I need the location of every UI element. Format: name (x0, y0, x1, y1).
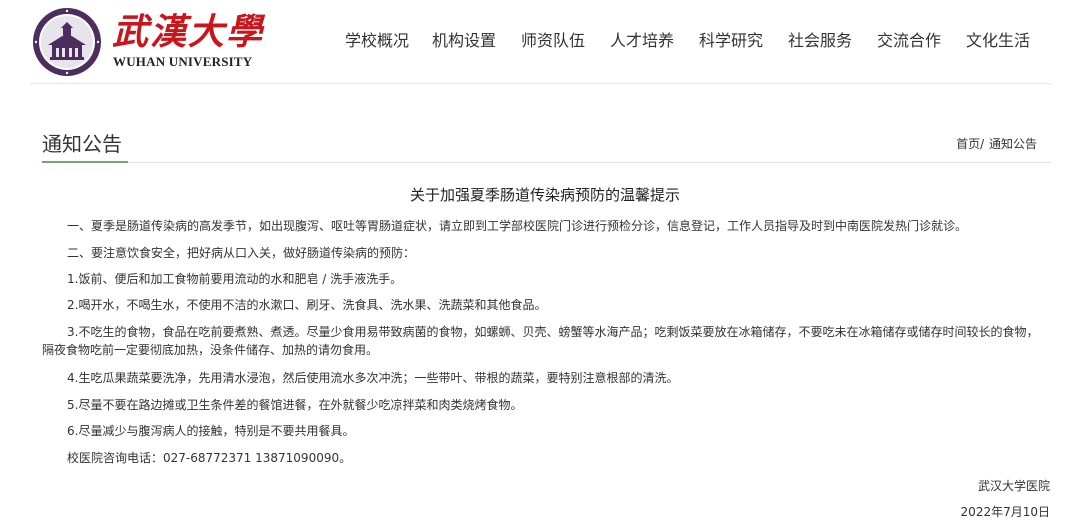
university-emblem-icon[interactable] (32, 7, 102, 77)
breadcrumb-current[interactable]: 通知公告 (989, 137, 1037, 151)
breadcrumb-separator: / (980, 137, 985, 151)
section-title-underline (42, 161, 128, 163)
nav-item-culture[interactable]: 文化生活 (965, 30, 1031, 52)
article-paragraph: 校医院咨询电话：027-68772371 13871090090。 (67, 451, 352, 465)
main-nav: 学校概况 机构设置 师资队伍 人才培养 科学研究 社会服务 交流合作 文化生活 (342, 30, 1031, 52)
article-paragraph: 6.尽量减少与腹泻病人的接触，特别是不要共用餐具。 (67, 424, 355, 438)
header-divider (30, 83, 1051, 84)
breadcrumb: 首页/ 通知公告 (956, 136, 1037, 152)
article-paragraph: 二、要注意饮食安全，把好病从口入关，做好肠道传染病的预防： (67, 246, 416, 260)
nav-item-about[interactable]: 学校概况 (342, 30, 412, 52)
article-paragraph: 一、夏季是肠道传染病的高发季节，如出现腹泻、呕吐等胃肠道症状，请立即到工学部校医… (67, 219, 968, 233)
nav-item-faculty[interactable]: 师资队伍 (520, 30, 586, 52)
article-paragraph: 2.喝开水，不喝生水，不使用不洁的水漱口、刷牙、洗食具、洗水果、洗蔬菜和其他食品… (67, 298, 547, 312)
logo-chinese-wordmark[interactable]: 武漢大學 (112, 12, 264, 52)
nav-item-education[interactable]: 人才培养 (609, 30, 675, 52)
article-paragraph: 4.生吃瓜果蔬菜要洗净，先用清水浸泡，然后使用流水多次冲洗；一些带叶、带根的蔬菜… (67, 371, 679, 385)
article-paragraph: 1.饭前、便后和加工食物前要用流动的水和肥皂 / 洗手液洗手。 (67, 272, 403, 286)
section-divider (42, 162, 1051, 163)
section-title: 通知公告 (42, 132, 122, 156)
article-title: 关于加强夏季肠道传染病预防的温馨提示 (409, 186, 680, 204)
nav-item-exchange[interactable]: 交流合作 (876, 30, 942, 52)
nav-item-research[interactable]: 科学研究 (698, 30, 764, 52)
site-header: 武漢大學 WUHAN UNIVERSITY 学校概况 机构设置 师资队伍 人才培… (0, 0, 1080, 84)
article-paragraph: 3.不吃生的食物，食品在吃前要煮熟、煮透。尽量少食用易带致病菌的食物，如螺蛳、贝… (42, 325, 1039, 357)
breadcrumb-home-link[interactable]: 首页 (956, 137, 980, 151)
article-date: 2022年7月10日 (960, 505, 1050, 519)
nav-item-departments[interactable]: 机构设置 (431, 30, 497, 52)
logo-english-wordmark[interactable]: WUHAN UNIVERSITY (113, 54, 252, 70)
article-signature: 武汉大学医院 (977, 479, 1050, 493)
article-paragraph: 5.尽量不要在路边摊或卫生条件差的餐馆进餐，在外就餐少吃凉拌菜和肉类烧烤食物。 (67, 398, 523, 412)
nav-item-social-service[interactable]: 社会服务 (787, 30, 853, 52)
